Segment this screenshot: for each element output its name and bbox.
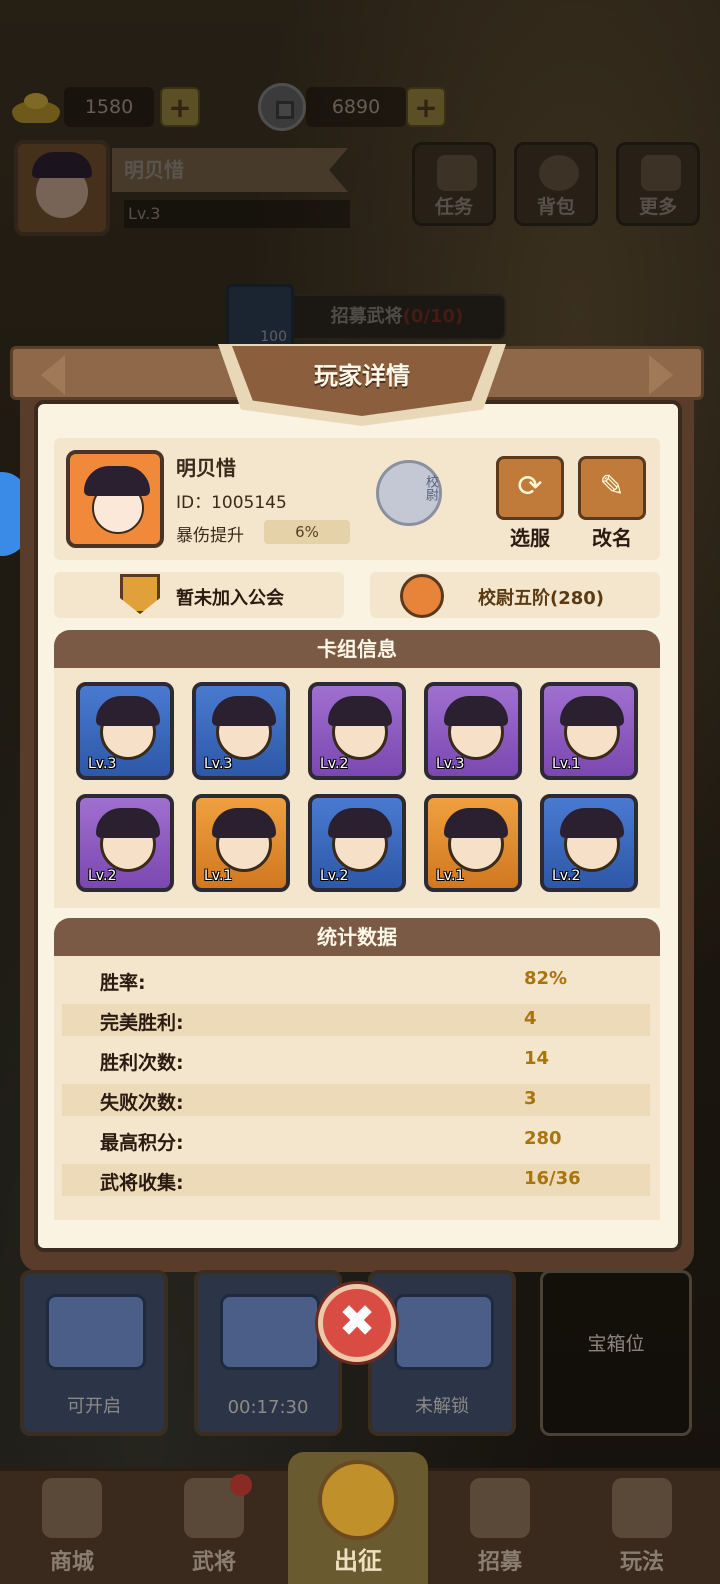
card-level: Lv.2 (320, 756, 349, 772)
card-level: Lv.2 (552, 868, 581, 884)
general-hair-icon (560, 808, 624, 838)
deck-card[interactable]: Lv.1 (192, 794, 290, 892)
stat-value: 280 (524, 1128, 562, 1149)
stat-value: 16/36 (524, 1168, 581, 1189)
deck-card[interactable]: Lv.3 (424, 682, 522, 780)
nav-shop-label: 商城 (49, 1550, 94, 1575)
deck-card[interactable]: Lv.2 (76, 794, 174, 892)
chest-slot-empty: 宝箱位 (540, 1270, 692, 1436)
nav-shop[interactable]: 商城 (2, 1470, 142, 1584)
close-icon: ✖ (338, 1296, 376, 1347)
modal-title: 玩家详情 (314, 362, 410, 390)
general-hair-icon (328, 808, 392, 838)
stat-label: 失败次数: (100, 1092, 184, 1114)
switch-server-button[interactable]: ⟳ (496, 456, 564, 520)
nav-gameplay-label: 玩法 (619, 1550, 664, 1575)
banner-icon (470, 1478, 530, 1538)
guild-status: 暂未加入公会 (176, 588, 284, 609)
stat-label: 完美胜利: (100, 1012, 184, 1034)
chest-icon (220, 1294, 320, 1370)
chest-timer: 00:17:30 (227, 1397, 309, 1418)
stat-label: 武将收集: (100, 1172, 184, 1194)
general-hair-icon (444, 696, 508, 726)
close-button[interactable]: ✖ (318, 1284, 396, 1362)
deck-card[interactable]: Lv.3 (192, 682, 290, 780)
crit-label: 暴伤提升 (176, 526, 244, 546)
rename-label: 改名 (592, 526, 632, 550)
deck-card[interactable]: Lv.1 (540, 682, 638, 780)
stat-row: 完美胜利: 4 (62, 1004, 650, 1036)
stat-row: 最高积分: 280 (62, 1124, 650, 1156)
player-id: ID：1005145 (176, 493, 287, 513)
stat-row: 失败次数: 3 (62, 1084, 650, 1116)
nav-battle-label: 出征 (334, 1547, 382, 1575)
stat-label: 胜率: (100, 972, 146, 994)
stat-value: 82% (524, 968, 568, 989)
card-level: Lv.3 (88, 756, 117, 772)
pencil-icon: ✎ (599, 469, 625, 504)
rename-button[interactable]: ✎ (578, 456, 646, 520)
rank-text: 校尉五阶(280) (478, 588, 605, 609)
deck-card[interactable]: Lv.1 (424, 794, 522, 892)
drum-icon (318, 1460, 398, 1540)
nav-recruit-label: 招募 (477, 1550, 522, 1575)
general-hair-icon (212, 808, 276, 838)
chest-status: 可开启 (67, 1396, 121, 1417)
stat-row: 胜利次数: 14 (62, 1044, 650, 1076)
rank-emblem-text: 校尉 (423, 475, 438, 501)
refresh-icon: ⟳ (517, 469, 543, 504)
deck-header: 卡组信息 (54, 630, 660, 668)
rank-emblem-icon: 校尉 (376, 460, 442, 526)
player-name: 明贝惜 (176, 456, 236, 480)
stat-value: 3 (524, 1088, 537, 1109)
card-level: Lv.2 (88, 868, 117, 884)
chest-slot-1[interactable]: 可开启 (20, 1270, 168, 1436)
stat-value: 4 (524, 1008, 537, 1029)
general-hair-icon (96, 696, 160, 726)
deck-card[interactable]: Lv.2 (540, 794, 638, 892)
deck-card[interactable]: Lv.3 (76, 682, 174, 780)
stats-header: 统计数据 (54, 918, 660, 956)
deck-card[interactable]: Lv.2 (308, 682, 406, 780)
card-level: Lv.1 (436, 868, 465, 884)
card-level: Lv.1 (552, 756, 581, 772)
nav-battle[interactable]: 出征 (288, 1452, 428, 1584)
chest-slot-2[interactable]: 00:17:30 (194, 1270, 342, 1436)
player-hair-icon (84, 466, 150, 496)
rank-badge-icon (400, 574, 444, 618)
stat-row: 胜率: 82% (62, 964, 650, 996)
card-level: Lv.2 (320, 868, 349, 884)
stat-label: 最高积分: (100, 1132, 184, 1154)
crit-value: 6% (264, 520, 350, 544)
notification-badge (230, 1474, 252, 1496)
player-avatar (66, 450, 164, 548)
card-level: Lv.3 (436, 756, 465, 772)
card-level: Lv.1 (204, 868, 233, 884)
chest-status: 未解锁 (415, 1396, 469, 1417)
switch-server-label: 选服 (510, 526, 550, 550)
stat-label: 胜利次数: (100, 1052, 184, 1074)
chest-icon (394, 1294, 494, 1370)
card-level: Lv.3 (204, 756, 233, 772)
general-hair-icon (560, 696, 624, 726)
nav-generals[interactable]: 武将 (144, 1470, 284, 1584)
general-hair-icon (96, 808, 160, 838)
nav-gameplay[interactable]: 玩法 (572, 1470, 712, 1584)
pavilion-icon (612, 1478, 672, 1538)
chest-slot-label: 宝箱位 (587, 1333, 645, 1355)
deck-card[interactable]: Lv.2 (308, 794, 406, 892)
general-hair-icon (212, 696, 276, 726)
stat-row: 武将收集: 16/36 (62, 1164, 650, 1196)
nav-recruit[interactable]: 招募 (430, 1470, 570, 1584)
general-hair-icon (328, 696, 392, 726)
shop-icon (42, 1478, 102, 1538)
nav-generals-label: 武将 (191, 1550, 236, 1575)
stat-value: 14 (524, 1048, 550, 1069)
chest-icon (46, 1294, 146, 1370)
general-hair-icon (444, 808, 508, 838)
